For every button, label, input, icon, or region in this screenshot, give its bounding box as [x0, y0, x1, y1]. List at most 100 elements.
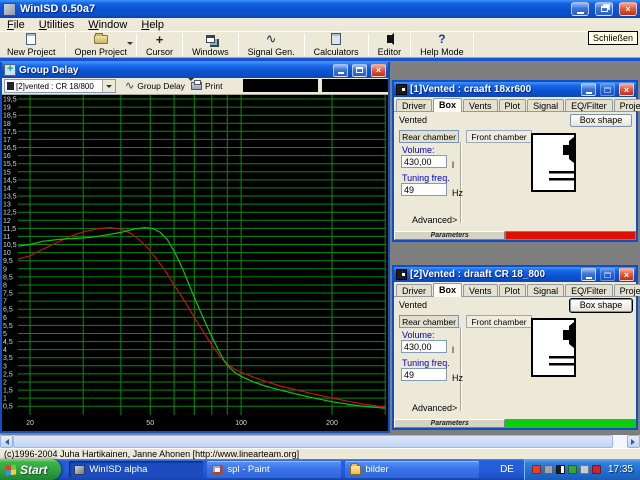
minimize-button[interactable]: [571, 2, 589, 16]
svg-text:15,5: 15,5: [3, 161, 17, 168]
language-indicator[interactable]: DE: [500, 464, 514, 475]
box-type-label: Vented: [399, 115, 427, 125]
menu-item[interactable]: Utilities: [32, 19, 81, 31]
tab[interactable]: Signal: [527, 284, 564, 296]
windows-flag-icon: [6, 464, 16, 475]
plot-type-dropdown[interactable]: ∿ Group Delay: [122, 79, 198, 93]
rear-chamber-tab[interactable]: Rear chamber: [399, 130, 459, 143]
scroll-left-button[interactable]: [0, 435, 13, 448]
project-1-titlebar: [1]Vented : craaft 18xr600 ×: [394, 82, 636, 97]
tuning-freq-input[interactable]: [401, 183, 447, 196]
tab[interactable]: Driver: [396, 284, 432, 296]
box-shape-button[interactable]: Box shape: [570, 114, 632, 127]
security-icon[interactable]: [592, 465, 601, 474]
close-button[interactable]: ×: [619, 83, 634, 96]
restore-button[interactable]: [595, 2, 613, 16]
mdi-horizontal-scrollbar[interactable]: [0, 435, 640, 448]
svg-text:50: 50: [146, 420, 154, 427]
close-tooltip: Schließen: [588, 31, 638, 45]
toolbar-button[interactable]: Cursor: [139, 32, 180, 57]
project-selector-combo[interactable]: [2]vented : CR 18/800: [4, 79, 116, 93]
parameters-label[interactable]: Parameters: [394, 231, 505, 240]
tab[interactable]: EQ/Filter: [565, 99, 613, 111]
menu-item[interactable]: Help: [134, 19, 171, 31]
minimize-button[interactable]: [581, 83, 596, 96]
toolbar-button[interactable]: Signal Gen.: [241, 32, 302, 57]
network-icon[interactable]: [568, 465, 577, 474]
advanced-link[interactable]: Advanced>: [412, 215, 457, 225]
tab[interactable]: EQ/Filter: [565, 284, 613, 296]
taskbar-button[interactable]: spl - Paint: [207, 461, 341, 478]
scrollbar-thumb[interactable]: [13, 435, 613, 448]
scroll-right-button[interactable]: [627, 435, 640, 448]
rear-chamber-tab[interactable]: Rear chamber: [399, 315, 459, 328]
close-button[interactable]: ×: [619, 2, 637, 16]
maximize-button[interactable]: [352, 64, 367, 77]
tab[interactable]: Project: [614, 99, 640, 111]
toolbar-button[interactable]: Editor: [371, 32, 409, 57]
project-1-title: [1]Vented : craaft 18xr600: [410, 84, 577, 95]
tab[interactable]: Signal: [527, 99, 564, 111]
volume-label: Volume:: [402, 145, 435, 155]
svg-text:4: 4: [3, 347, 7, 354]
toolbar-separator: [136, 34, 137, 56]
toolbar-button[interactable]: Calculators: [307, 32, 366, 57]
svg-text:10,5: 10,5: [3, 242, 17, 249]
box-shape-button[interactable]: Box shape: [570, 299, 632, 312]
toolbar-button[interactable]: Open Project: [68, 32, 135, 57]
menu-item[interactable]: Window: [81, 19, 134, 31]
minimize-button[interactable]: [333, 64, 348, 77]
maximize-button[interactable]: [600, 83, 615, 96]
toolbar-button[interactable]: Help Mode: [413, 32, 471, 57]
taskbar-button[interactable]: bilder: [345, 461, 479, 478]
project-selector-value: [2]vented : CR 18/800: [16, 82, 94, 91]
svg-text:19,5: 19,5: [3, 97, 17, 104]
tab[interactable]: Plot: [499, 99, 527, 111]
svg-text:5: 5: [3, 331, 7, 338]
tab[interactable]: Plot: [499, 284, 527, 296]
print-button[interactable]: Print: [188, 79, 225, 93]
start-button[interactable]: Start: [0, 459, 61, 480]
taskbar-button[interactable]: WinISD alpha: [69, 461, 203, 478]
tab[interactable]: Driver: [396, 99, 432, 111]
svg-text:3: 3: [3, 363, 7, 370]
cable-icon[interactable]: [580, 465, 589, 474]
maximize-button[interactable]: [600, 268, 615, 281]
antivirus-icon[interactable]: [532, 465, 541, 474]
front-chamber-tab[interactable]: Front chamber: [466, 315, 532, 328]
tab[interactable]: Box: [433, 98, 462, 112]
minimize-button[interactable]: [581, 268, 596, 281]
tab[interactable]: Project: [614, 284, 640, 296]
close-button[interactable]: ×: [371, 64, 386, 77]
tab[interactable]: Vents: [463, 284, 498, 296]
desktop: { "window": { "title": "WinISD 0.50a7" }…: [0, 0, 640, 480]
svg-text:14: 14: [3, 185, 11, 192]
tab[interactable]: Box: [433, 283, 462, 297]
tuning-freq-label: Tuning freq.: [402, 173, 450, 183]
toolbar-button[interactable]: New Project: [0, 32, 63, 57]
contrast-icon[interactable]: [556, 465, 565, 474]
toolbar-separator: [304, 34, 305, 56]
system-tray: 17:35: [524, 459, 640, 480]
tuning-freq-input[interactable]: [401, 368, 447, 381]
combo-dropdown-arrow[interactable]: [102, 80, 115, 92]
toolbar-separator: [473, 34, 474, 56]
volume-input[interactable]: [401, 155, 447, 168]
display-icon[interactable]: [544, 465, 553, 474]
front-chamber-tab[interactable]: Front chamber: [466, 130, 532, 143]
menu-item[interactable]: File: [0, 19, 32, 31]
project-1-tabs: DriverBoxVentsPlotSignalEQ/FilterProject: [394, 97, 636, 112]
svg-text:5,5: 5,5: [3, 323, 13, 330]
svg-text:8: 8: [3, 283, 7, 290]
dropdown-arrow-icon[interactable]: [127, 42, 133, 48]
close-button[interactable]: ×: [619, 268, 634, 281]
advanced-link[interactable]: Advanced>: [412, 403, 457, 413]
paint-icon: [212, 465, 223, 475]
tab[interactable]: Vents: [463, 99, 498, 111]
group-delay-window-icon: [4, 64, 16, 76]
group-divider: [460, 142, 462, 223]
speaker-box-drawing: [533, 320, 574, 375]
toolbar-button[interactable]: Windows: [185, 32, 236, 57]
parameters-label[interactable]: Parameters: [394, 419, 505, 428]
volume-input[interactable]: [401, 340, 447, 353]
